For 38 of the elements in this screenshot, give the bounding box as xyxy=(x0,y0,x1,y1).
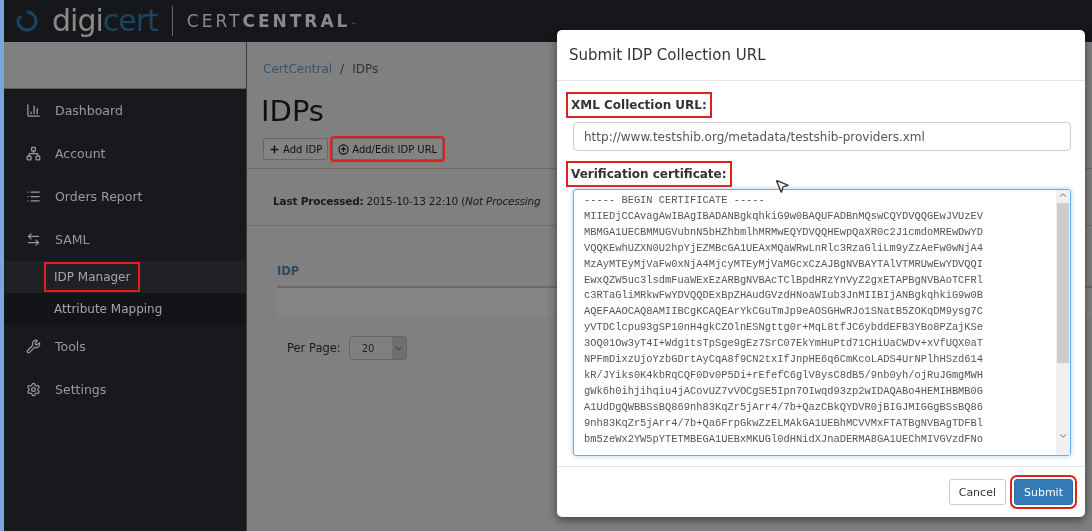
sidebar-item[interactable]: Orders Report xyxy=(4,175,246,218)
plus-icon xyxy=(269,143,280,155)
scroll-down-icon[interactable] xyxy=(1058,431,1068,441)
sidebar-item[interactable]: Account xyxy=(4,132,246,175)
upload-icon xyxy=(338,143,350,155)
per-page-label: Per Page: xyxy=(287,341,341,355)
sidebar-item[interactable]: Dashboard xyxy=(4,89,246,132)
url-input-field[interactable]: http://www.testshib.org/metadata/testshib-providers.xml xyxy=(573,122,1071,151)
network-icon xyxy=(26,146,41,161)
cursor-icon xyxy=(774,178,790,194)
certificate-textarea[interactable]: ----- BEGIN CERTIFICATE ----- MIIEDjCCAvagAwIBAgIBADANBgkqhkiG9w0BAQUFADBnMQswCQYDVQQGEwJVUzEV MBMGA1UECBMMUGVubnN5bHZhbmlhMRMwEQYDVQQHEwpQaXR0c2J1cmdoMREwDwYD VQQKEwhUZXN0U2hpYjEZMBcGA1UEAxMQaWRwLnRlc3RzaGliLm9yZzAeFw0wNjA4 MzAyMTEyMjVaFw0xNjA4MjcyMTEyMjVaMGcxCzAJBgNVBAYTAlVTMRUwEwYDVQQI EwxQZW5uc3lsdmFuaWExEzARBgNVBAcTClBpdHRzYnVyZ2gxETAPBgNVBAoTCFRl c3RTaGliMRkwFwYDVQQDExBpZHAudGVzdHNoaWIub3JnMIIBIjANBgkqhkiG9w0B AQEFAAOCAQ8AMIIBCgKCAQEArYkCGuTmJp9eAOSGHwRJo1SNatB5ZOKqDM9ysg7C yVTDClcpu93gSP10nH4gkCZOlnESNgttg0r+MqL8tfJC6ybddEFB3YBo8PZajKSe 3OQ01Ow3yT4I+Wdg1tsTpSge9gEz7SrC07EkYmHuPtd71CHiUaCWDv+xVfUQX0aT NPFmDixzUjoYzbGDrtAyCqA8f9CN2txIfJnpHE6q6CmKcoLADS4UrNPlhHSzd614 kR/JYiks0K4kbRqCQF0Dv0P5Di+rEfefC6glV8ysC8dB5/9nb0yh/ojRuJGmgMWH gWk6h0ihjihqiu4jACovUZ7vVOCgSE5Ipn7OIwqd93zp2wIDAQABo4HEMIHBMB0G A1UdDgQWBBSsBQ869nh83KqZr5jArr4/7b+QazCBkQYDVR0jBIGJMIGGgBSsBQ86 9nh83KqZr5jArr4/7b+Qa6FrpGkwZzELMAkGA1UEBhMCVVMxFTATBgNVBAgTDFBl bm5zeWx2YW5pYTETMBEGA1UEBxMKUGl0dHNidXJnaDERMA8GA1UEChMIVGVzdFNo xyxy=(573,189,1071,456)
sidebar-item[interactable]: Settings xyxy=(4,368,246,411)
breadcrumb-separator: / xyxy=(340,62,345,78)
sidebar-subitem[interactable]: IDP Manager xyxy=(4,261,246,293)
wrench-icon xyxy=(26,339,41,354)
breadcrumb-current: IDPs xyxy=(352,62,379,78)
toolbar-button[interactable]: Add/Edit IDP URL xyxy=(332,138,444,160)
sidebar-subitem-label: Attribute Mapping xyxy=(53,301,164,318)
field-label: Verification certificate: xyxy=(566,161,732,187)
scroll-up-icon[interactable] xyxy=(1058,190,1068,200)
sidebar-item[interactable]: Tools xyxy=(4,325,246,368)
list-icon xyxy=(26,189,41,204)
settings-icon xyxy=(26,382,41,397)
toolbar-button[interactable]: Add IDP xyxy=(263,138,329,160)
scrollbar[interactable] xyxy=(1056,190,1070,455)
sidebar-subitem-label: IDP Manager xyxy=(44,262,141,292)
bar-chart-icon xyxy=(26,103,41,118)
per-page-select[interactable]: 20 xyxy=(348,336,407,360)
scrollbar-thumb[interactable] xyxy=(1057,203,1069,363)
logo-ring-icon xyxy=(16,10,38,32)
sidebar-subitem[interactable]: Attribute Mapping xyxy=(4,293,246,325)
sidebar-item[interactable]: SAML xyxy=(4,218,246,261)
dialog-title: Submit IDP Collection URL xyxy=(557,30,1085,81)
field-label: XML Collection URL: xyxy=(566,92,712,118)
brand-wordmark: digicert xyxy=(52,6,158,36)
cancel-button[interactable]: Cancel xyxy=(948,479,1006,505)
page-title: IDPs xyxy=(260,93,324,130)
arrows-icon xyxy=(26,232,41,247)
